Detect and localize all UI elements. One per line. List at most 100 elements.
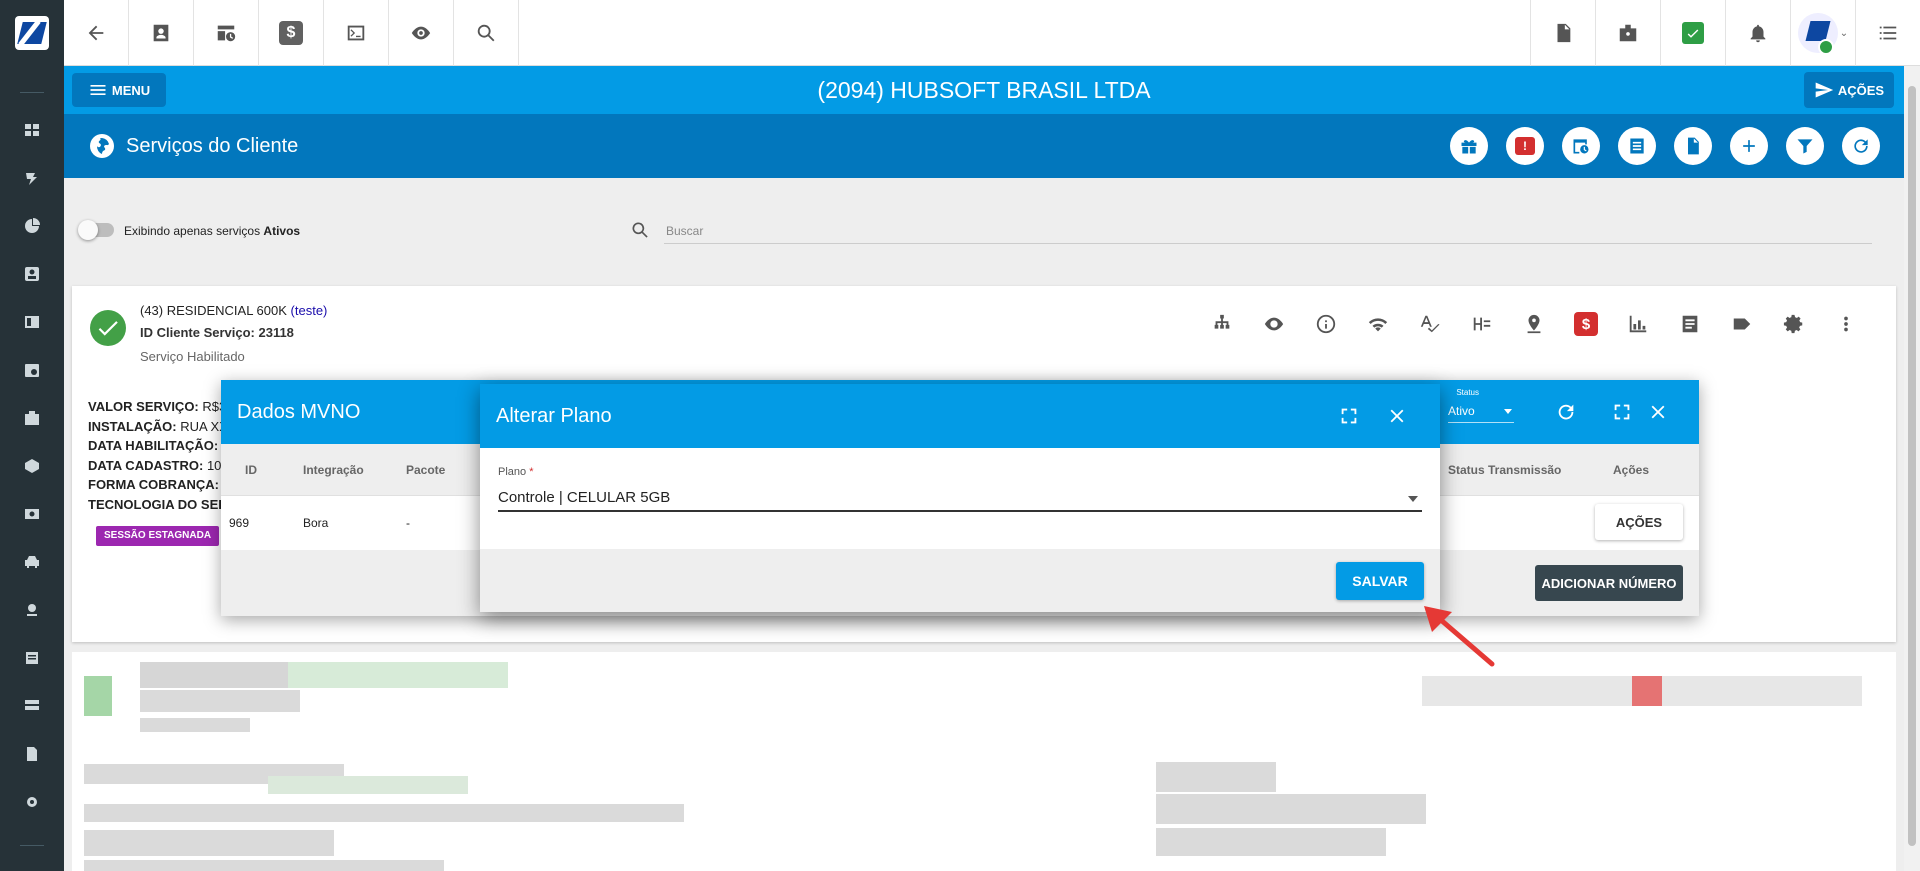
list-button[interactable] xyxy=(1618,127,1656,165)
close-icon xyxy=(1651,405,1665,419)
blurred-service-card xyxy=(72,652,1896,871)
spellcheck-button[interactable] xyxy=(1404,310,1456,338)
history-button[interactable] xyxy=(194,0,259,66)
network-button[interactable] xyxy=(1196,310,1248,338)
service-field: DATA HABILITAÇÃO: xyxy=(88,438,219,453)
add-button[interactable] xyxy=(1730,127,1768,165)
blurred-text xyxy=(140,690,300,712)
schedule-button[interactable] xyxy=(1562,127,1600,165)
dollar-icon: $ xyxy=(279,21,303,45)
search-input[interactable] xyxy=(664,218,1872,244)
row-actions-button[interactable]: AÇÕES xyxy=(1595,504,1683,540)
more-vertical-icon xyxy=(1844,316,1848,332)
finance-button[interactable]: $ xyxy=(259,0,324,66)
filter-icon xyxy=(1797,139,1813,154)
column-transmission-status: Status Transmissão xyxy=(1448,463,1562,477)
refresh-icon xyxy=(1558,404,1574,420)
sidebar-chart-icon[interactable] xyxy=(0,214,64,238)
service-field: VALOR SERVIÇO: R$3 xyxy=(88,399,227,414)
spellcheck-icon xyxy=(1420,315,1440,333)
list-menu-button[interactable] xyxy=(1855,0,1920,66)
service-name-link[interactable]: (teste) xyxy=(291,303,328,318)
hubsoft-logo[interactable] xyxy=(0,0,64,66)
view-button[interactable] xyxy=(389,0,454,66)
mvno-fullscreen-button[interactable] xyxy=(1607,397,1637,427)
plus-icon xyxy=(1743,140,1755,152)
change-plan-fullscreen-button[interactable] xyxy=(1334,401,1364,431)
location-button[interactable] xyxy=(1508,310,1560,338)
blurred-text xyxy=(1156,828,1386,856)
list-icon xyxy=(1630,138,1644,154)
terminal-button[interactable] xyxy=(324,0,389,66)
back-button[interactable] xyxy=(64,0,129,66)
sidebar-clients-icon[interactable] xyxy=(0,262,64,286)
wifi-icon xyxy=(1368,318,1388,332)
sidebar-document-icon[interactable] xyxy=(0,742,64,766)
refresh-button[interactable] xyxy=(1842,127,1880,165)
active-only-toggle[interactable] xyxy=(78,220,114,240)
sidebar-calendar-icon[interactable] xyxy=(0,358,64,382)
view-button[interactable] xyxy=(1248,310,1300,338)
save-button[interactable]: SALVAR xyxy=(1336,562,1424,600)
service-field: INSTALAÇÃO: RUA XX xyxy=(88,419,228,434)
sidebar-settings-icon[interactable] xyxy=(0,790,64,814)
sidebar-divider xyxy=(20,92,44,93)
service-field: DATA CADASTRO: 10 xyxy=(88,458,222,473)
notes-button[interactable] xyxy=(1664,310,1716,338)
sidebar-car-icon[interactable] xyxy=(0,550,64,574)
badge-icon xyxy=(1619,24,1637,42)
row-package: - xyxy=(406,516,410,530)
page-scrollbar[interactable] xyxy=(1904,66,1920,871)
badge-button[interactable] xyxy=(1595,0,1660,66)
sidebar-list-icon[interactable] xyxy=(0,646,64,670)
section-title: Serviços do Cliente xyxy=(126,135,299,157)
wifi-button[interactable] xyxy=(1352,310,1404,338)
search-button[interactable] xyxy=(454,0,519,66)
filter-button[interactable] xyxy=(1786,127,1824,165)
map-pin-icon xyxy=(1527,314,1541,334)
sidebar-badge-icon[interactable] xyxy=(0,406,64,430)
tag-icon xyxy=(1733,318,1751,330)
sidebar-support-icon[interactable] xyxy=(0,166,64,190)
info-button[interactable] xyxy=(1300,310,1352,338)
add-number-button[interactable]: ADICIONAR NÚMERO xyxy=(1535,565,1683,601)
status-filter-select[interactable]: Ativo xyxy=(1448,404,1514,423)
sidebar-finance-icon[interactable] xyxy=(0,502,64,526)
notifications-button[interactable] xyxy=(1725,0,1790,66)
more-options-button[interactable] xyxy=(1820,310,1872,338)
plan-select[interactable]: Controle | CELULAR 5GB xyxy=(498,484,1422,512)
service-field: TECNOLOGIA DO SER xyxy=(88,497,228,512)
tag-button[interactable] xyxy=(1716,310,1768,338)
sidebar-server-icon[interactable] xyxy=(0,694,64,718)
sidebar-board-icon[interactable] xyxy=(0,310,64,334)
search-icon xyxy=(477,24,495,42)
sidebar-dashboard-icon[interactable] xyxy=(0,118,64,142)
billing-button[interactable]: $ xyxy=(1560,310,1612,338)
contact-button[interactable] xyxy=(129,0,194,66)
blurred-text xyxy=(288,662,508,688)
pdf-document-icon xyxy=(1557,23,1571,43)
actions-button[interactable]: AÇÕES xyxy=(1804,72,1894,108)
settings-button[interactable] xyxy=(1768,310,1820,338)
sidebar-package-icon[interactable] xyxy=(0,454,64,478)
logo-mark-icon xyxy=(15,16,49,50)
eye-icon xyxy=(1264,317,1284,331)
blurred-text xyxy=(268,776,468,794)
alert-button[interactable]: ! xyxy=(1506,127,1544,165)
document-button[interactable] xyxy=(1674,127,1712,165)
headings-button[interactable] xyxy=(1456,310,1508,338)
pdf-button[interactable] xyxy=(1530,0,1595,66)
blurred-text xyxy=(84,830,334,856)
mvno-close-button[interactable] xyxy=(1643,397,1673,427)
scrollbar-thumb[interactable] xyxy=(1908,86,1916,846)
change-plan-close-button[interactable] xyxy=(1382,401,1412,431)
bell-icon xyxy=(1750,24,1766,43)
approvals-button[interactable] xyxy=(1660,0,1725,66)
sidebar-location-icon[interactable] xyxy=(0,598,64,622)
notes-icon xyxy=(1682,315,1698,333)
gift-button[interactable] xyxy=(1450,127,1488,165)
mvno-dialog-title: Dados MVNO xyxy=(237,401,361,423)
user-menu[interactable]: ⌄ xyxy=(1790,0,1855,66)
mvno-refresh-button[interactable] xyxy=(1551,397,1581,427)
chart-button[interactable] xyxy=(1612,310,1664,338)
